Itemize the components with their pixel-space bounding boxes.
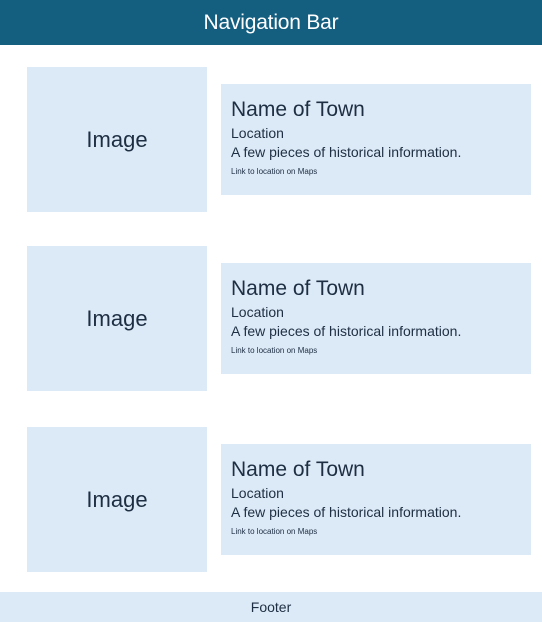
maps-location-link[interactable]: Link to location on Maps [231,167,317,177]
town-card-3: Image Name of Town Location A few pieces… [0,427,542,572]
town-location: Location [231,485,284,501]
town-card-1: Image Name of Town Location A few pieces… [0,67,542,212]
town-info-panel: Name of Town Location A few pieces of hi… [221,84,531,195]
town-card-2: Image Name of Town Location A few pieces… [0,246,542,391]
page: Navigation Bar Image Name of Town Locati… [0,0,542,622]
image-label: Image [86,305,148,331]
town-name: Name of Town [231,458,365,481]
town-image-placeholder: Image [27,67,207,212]
town-location: Location [231,304,284,320]
navigation-bar-title: Navigation Bar [203,10,339,34]
town-info-panel: Name of Town Location A few pieces of hi… [221,263,531,374]
maps-location-link[interactable]: Link to location on Maps [231,527,317,537]
footer: Footer [0,592,542,622]
historical-information: A few pieces of historical information. [231,144,462,160]
town-location: Location [231,125,284,141]
town-image-placeholder: Image [27,427,207,572]
historical-information: A few pieces of historical information. [231,323,462,339]
town-name: Name of Town [231,277,365,300]
historical-information: A few pieces of historical information. [231,504,462,520]
image-label: Image [86,126,148,152]
town-image-placeholder: Image [27,246,207,391]
footer-label: Footer [250,599,292,615]
maps-location-link[interactable]: Link to location on Maps [231,346,317,356]
town-name: Name of Town [231,98,365,121]
navigation-bar[interactable]: Navigation Bar [0,0,542,45]
town-info-panel: Name of Town Location A few pieces of hi… [221,444,531,555]
image-label: Image [86,486,148,512]
